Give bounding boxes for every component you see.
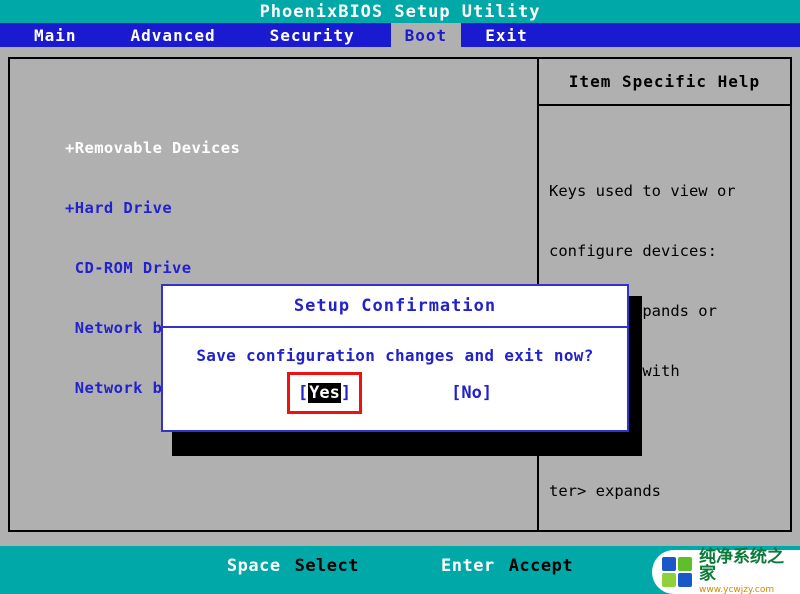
tab-main[interactable]: Main [20, 23, 91, 47]
watermark-url: www.ycwjzy.com [699, 586, 800, 594]
status-key-enter: Enter Accept [441, 556, 573, 576]
boot-item-1-marker: + [65, 199, 75, 217]
menu-bar[interactable]: Main Advanced Security Boot Exit [0, 23, 800, 47]
boot-item-4-marker [65, 379, 75, 397]
tab-advanced[interactable]: Advanced [117, 23, 230, 47]
help-line: ter> expands [549, 481, 789, 501]
bottom-strip [0, 537, 800, 546]
dialog-message: Save configuration changes and exit now? [163, 346, 627, 365]
logo-square [678, 557, 692, 571]
no-bracket-open: [ [451, 383, 461, 403]
tab-boot[interactable]: Boot [391, 23, 462, 47]
watermark-logo-icon [662, 557, 692, 587]
list-item[interactable]: +Hard Drive [65, 198, 376, 218]
status-key-label: Space [227, 556, 281, 576]
logo-square [662, 557, 676, 571]
status-key-label: Enter [441, 556, 495, 576]
boot-item-1-label: Hard Drive [75, 199, 172, 217]
menu-underline-strip [0, 47, 800, 57]
page-title: PhoenixBIOS Setup Utility [260, 2, 541, 22]
watermark-text: 纯净系统之家 www.ycwjzy.com [699, 549, 800, 594]
yes-button-label: Yes [308, 383, 341, 403]
boot-item-0-marker: + [65, 139, 75, 157]
list-item[interactable]: CD-ROM Drive [65, 258, 376, 278]
help-line: Keys used to view or [549, 181, 789, 201]
yes-bracket-close: ] [341, 383, 351, 403]
setup-confirmation-dialog: Setup Confirmation Save configuration ch… [161, 284, 629, 432]
status-key-space: Space Select [227, 556, 359, 576]
site-watermark: 纯净系统之家 www.ycwjzy.com [652, 550, 800, 594]
watermark-name: 纯净系统之家 [699, 549, 800, 583]
yes-bracket-open: [ [298, 383, 308, 403]
tab-security[interactable]: Security [256, 23, 369, 47]
no-button[interactable]: [No] [449, 381, 494, 405]
help-line: configure devices: [549, 241, 789, 261]
yes-button[interactable]: [Yes] [296, 381, 353, 405]
logo-square [678, 573, 692, 587]
no-button-label: No [461, 383, 481, 403]
dialog-title: Setup Confirmation [163, 286, 627, 328]
dialog-button-row: [Yes] [No] [163, 381, 627, 405]
boot-item-3-marker [65, 319, 75, 337]
boot-item-0-label: Removable Devices [75, 139, 240, 157]
main-body: +Removable Devices +Hard Drive CD-ROM Dr… [0, 57, 800, 537]
status-action-label: Accept [509, 556, 573, 576]
status-action-label: Select [295, 556, 359, 576]
boot-item-2-label: CD-ROM Drive [75, 259, 192, 277]
help-panel-heading: Item Specific Help [539, 59, 790, 106]
list-item[interactable]: +Removable Devices [65, 138, 376, 158]
boot-item-2-marker [65, 259, 75, 277]
bios-setup-screen: PhoenixBIOS Setup Utility Main Advanced … [0, 0, 800, 594]
no-bracket-close: ] [482, 383, 492, 403]
window-title-bar: PhoenixBIOS Setup Utility [0, 0, 800, 23]
logo-square [662, 573, 676, 587]
menu-left-spacer [0, 23, 20, 47]
tab-exit[interactable]: Exit [471, 23, 542, 47]
